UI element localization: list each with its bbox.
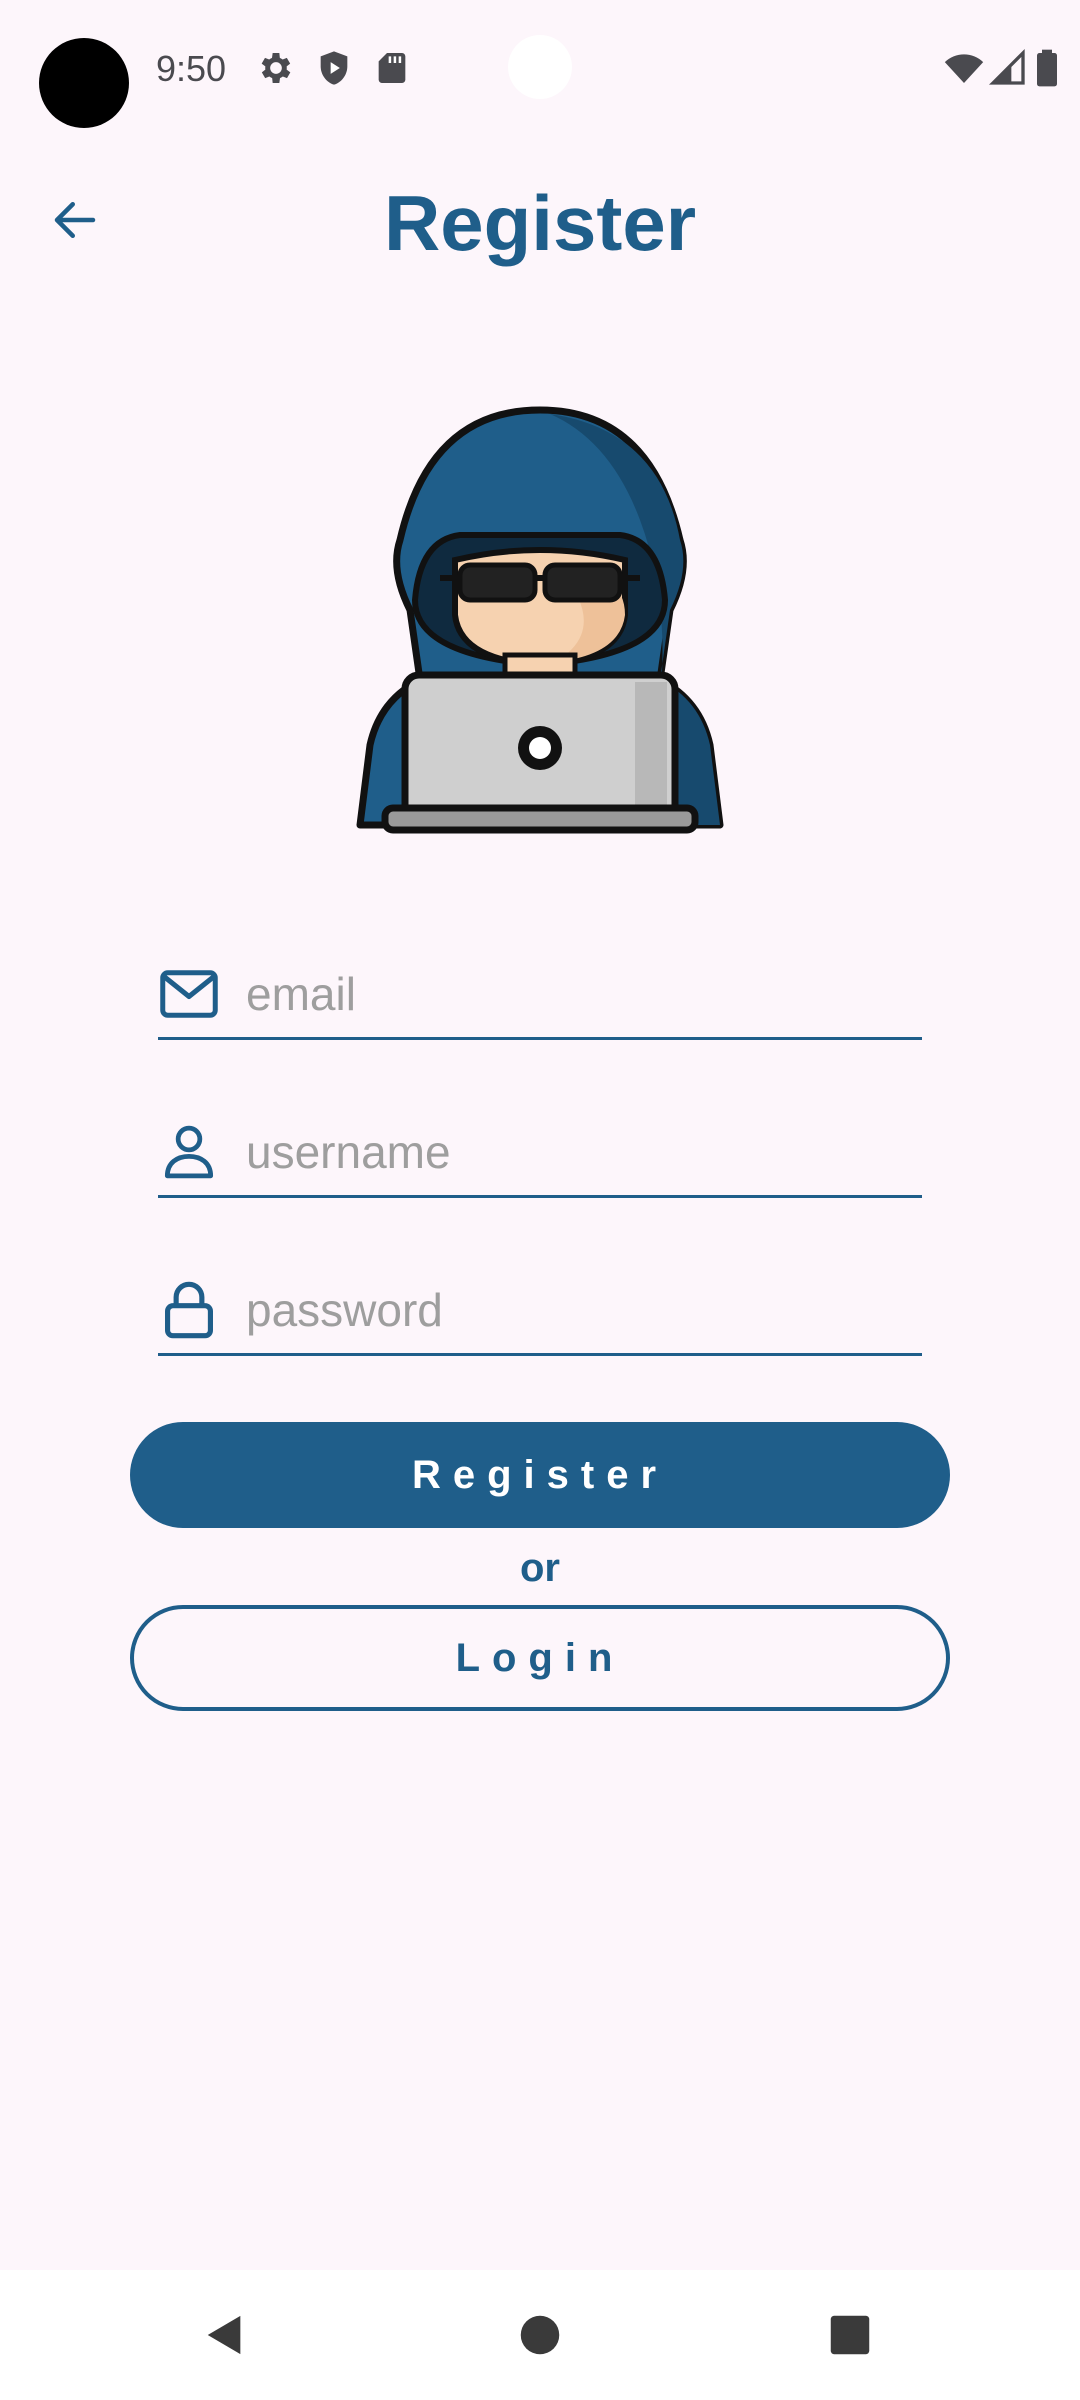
password-field[interactable] xyxy=(158,1266,922,1356)
username-field[interactable] xyxy=(158,1108,922,1198)
battery-icon xyxy=(1037,49,1057,87)
nav-home-button[interactable] xyxy=(505,2300,575,2370)
login-button[interactable]: Login xyxy=(130,1605,950,1711)
register-button[interactable]: Register xyxy=(130,1422,950,1528)
nav-recents-button[interactable] xyxy=(815,2300,885,2370)
lock-icon xyxy=(158,1279,220,1341)
mail-icon xyxy=(158,963,220,1025)
gear-icon xyxy=(261,53,291,83)
wifi-icon xyxy=(944,54,984,83)
back-triangle-icon xyxy=(207,2315,241,2355)
email-field[interactable] xyxy=(158,950,922,1040)
username-input[interactable] xyxy=(246,1124,886,1179)
or-separator: or xyxy=(520,1546,560,1590)
email-input[interactable] xyxy=(246,966,886,1021)
shield-play-icon xyxy=(320,51,348,85)
navigation-bar xyxy=(0,2270,1080,2400)
hacker-illustration xyxy=(356,406,724,834)
camera-cutout xyxy=(39,38,129,128)
page-title: Register xyxy=(383,179,697,267)
status-time: 9:50 xyxy=(156,48,227,89)
status-bar: 9:50 xyxy=(0,0,1080,130)
home-circle-icon xyxy=(520,2315,560,2355)
person-icon xyxy=(158,1121,220,1183)
password-input[interactable] xyxy=(246,1282,886,1337)
front-camera xyxy=(508,35,572,99)
cellular-signal-icon xyxy=(988,48,1025,85)
sd-card-icon xyxy=(378,53,406,83)
recents-square-icon xyxy=(830,2315,870,2355)
nav-back-button[interactable] xyxy=(190,2300,260,2370)
